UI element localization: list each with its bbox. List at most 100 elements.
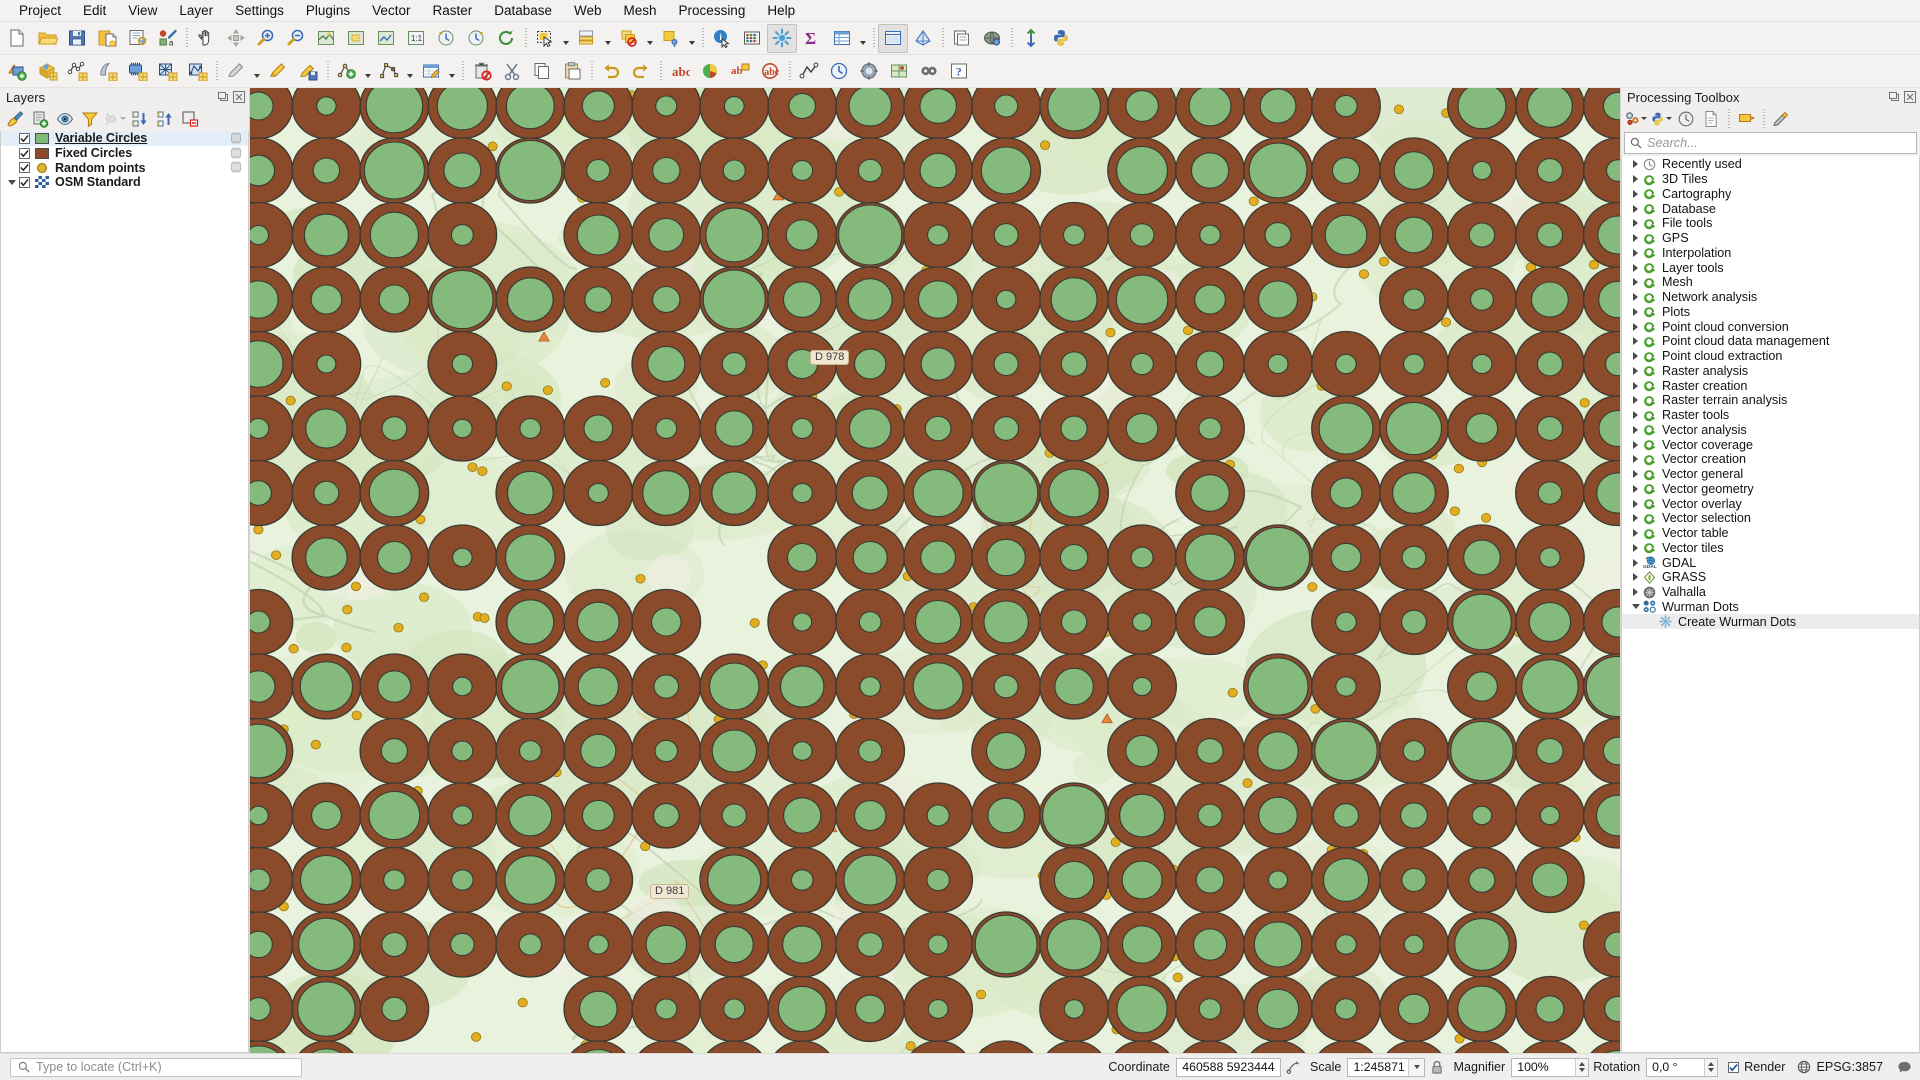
chevron-right-icon[interactable] [1629,308,1642,316]
select-value-dropdown-arrow[interactable] [686,24,698,53]
deselect-features-dropdown-arrow[interactable] [602,24,614,53]
osm-place-search-icon[interactable] [977,24,1007,53]
processing-item-grass[interactable]: GRASS [1622,570,1919,585]
processing-item-raster-terrain-analysis[interactable]: Raster terrain analysis [1622,393,1919,408]
data-source-manager-icon[interactable] [1016,24,1046,53]
label-toolbar-icon[interactable]: abc [665,57,695,86]
vertex-tool-icon[interactable] [374,57,404,86]
magnifier-stepper[interactable] [1575,1059,1588,1076]
close-icon[interactable] [1904,91,1916,103]
filter-legend-icon[interactable] [78,108,102,130]
layer-item-osm-standard[interactable]: OSM Standard [1,175,248,190]
map-canvas[interactable]: D 978D 981 [250,88,1620,1053]
new-map-view-icon[interactable] [878,24,908,53]
crs-globe-icon[interactable] [1797,1060,1811,1074]
options-icon[interactable] [1769,108,1793,130]
rotation-stepper[interactable] [1704,1059,1717,1076]
processing-algorithms-tree[interactable]: Recently used3D TilesCartographyDatabase… [1621,156,1920,1053]
python-console-icon[interactable] [1046,24,1076,53]
chevron-right-icon[interactable] [1629,382,1642,390]
processing-item-raster-tools[interactable]: Raster tools [1622,408,1919,423]
processing-item-database[interactable]: Database [1622,201,1919,216]
processing-item-mesh[interactable]: Mesh [1622,275,1919,290]
measure-icon[interactable] [737,24,767,53]
zoom-next-icon[interactable] [461,24,491,53]
messages-icon[interactable] [1897,1060,1912,1075]
undock-icon[interactable] [1889,91,1901,103]
edit-model-icon[interactable] [1734,108,1758,130]
open-attribute-table-icon[interactable] [827,24,857,53]
chevron-down-icon[interactable] [1408,1059,1424,1076]
pan-to-selection-icon[interactable] [221,24,251,53]
rotation-spinbox[interactable]: 0,0 ° [1646,1058,1718,1077]
chevron-right-icon[interactable] [1629,470,1642,478]
zoom-native-icon[interactable]: 1:1 [401,24,431,53]
processing-item-vector-analysis[interactable]: Vector analysis [1622,423,1919,438]
chevron-right-icon[interactable] [1629,455,1642,463]
processing-item-vector-geometry[interactable]: Vector geometry [1622,482,1919,497]
zoom-out-icon[interactable] [281,24,311,53]
new-project-icon[interactable] [2,24,32,53]
processing-item-vector-overlay[interactable]: Vector overlay [1622,496,1919,511]
menu-project[interactable]: Project [8,0,72,22]
add-spatialite-layer-icon[interactable] [152,57,182,86]
chevron-right-icon[interactable] [1629,485,1642,493]
chevron-right-icon[interactable] [1629,544,1642,552]
add-wms-layer-icon[interactable] [182,57,212,86]
current-edits-icon[interactable] [221,57,251,86]
pan-map-icon[interactable] [191,24,221,53]
remove-layer-icon[interactable] [178,108,202,130]
zoom-in-icon[interactable] [251,24,281,53]
modify-attributes-icon[interactable] [416,57,446,86]
chevron-right-icon[interactable] [1629,234,1642,242]
menu-web[interactable]: Web [563,0,613,22]
chevron-right-icon[interactable] [1629,264,1642,272]
open-scripts-icon[interactable] [1649,108,1673,130]
redo-icon[interactable] [626,57,656,86]
undo-icon[interactable] [596,57,626,86]
history-icon[interactable] [1674,108,1698,130]
render-checkbox[interactable] [1728,1062,1739,1073]
chevron-right-icon[interactable] [1629,500,1642,508]
chevron-right-icon[interactable] [1629,323,1642,331]
chevron-right-icon[interactable] [1629,219,1642,227]
layer-item-variable-circles[interactable]: Variable Circles [1,131,248,146]
deselect-features-icon[interactable] [572,24,602,53]
processing-item-vector-coverage[interactable]: Vector coverage [1622,437,1919,452]
close-icon[interactable] [233,91,245,103]
menu-edit[interactable]: Edit [72,0,117,22]
cut-features-icon[interactable] [497,57,527,86]
save-project-icon[interactable] [62,24,92,53]
layer-item-fixed-circles[interactable]: Fixed Circles [1,146,248,161]
processing-item-vector-general[interactable]: Vector general [1622,467,1919,482]
add-postgis-layer-icon[interactable] [122,57,152,86]
add-feature-dropdown-arrow[interactable] [362,57,374,86]
chevron-right-icon[interactable] [1629,588,1642,596]
menu-plugins[interactable]: Plugins [295,0,361,22]
change-label-icon[interactable]: ab [725,57,755,86]
chevron-right-icon[interactable] [1629,396,1642,404]
chevron-right-icon[interactable] [1629,278,1642,286]
new-print-layout-icon[interactable] [122,24,152,53]
add-delimited-text-layer-icon[interactable] [92,57,122,86]
run-model-icon[interactable] [854,57,884,86]
menu-raster[interactable]: Raster [421,0,483,22]
add-vector-layer-icon[interactable] [2,57,32,86]
zoom-to-selection-icon[interactable] [341,24,371,53]
processing-item-interpolation[interactable]: Interpolation [1622,246,1919,261]
chevron-right-icon[interactable] [1629,205,1642,213]
expand-all-icon[interactable] [128,108,152,130]
crs-label[interactable]: EPSG:3857 [1816,1060,1883,1074]
layer-indicator-icon[interactable] [229,132,243,144]
add-raster-layer-icon[interactable] [32,57,62,86]
layer-visibility-checkbox[interactable] [19,148,30,159]
collapse-all-icon[interactable] [153,108,177,130]
open-layer-styling-panel-icon[interactable] [3,108,27,130]
menu-database[interactable]: Database [483,0,563,22]
undock-icon[interactable] [218,91,230,103]
new-3d-map-view-icon[interactable] [908,24,938,53]
add-feature-icon[interactable] [332,57,362,86]
menu-help[interactable]: Help [756,0,806,22]
processing-item-gps[interactable]: GPS [1622,231,1919,246]
layers-tree[interactable]: Variable CirclesFixed CirclesRandom poin… [0,131,249,1053]
